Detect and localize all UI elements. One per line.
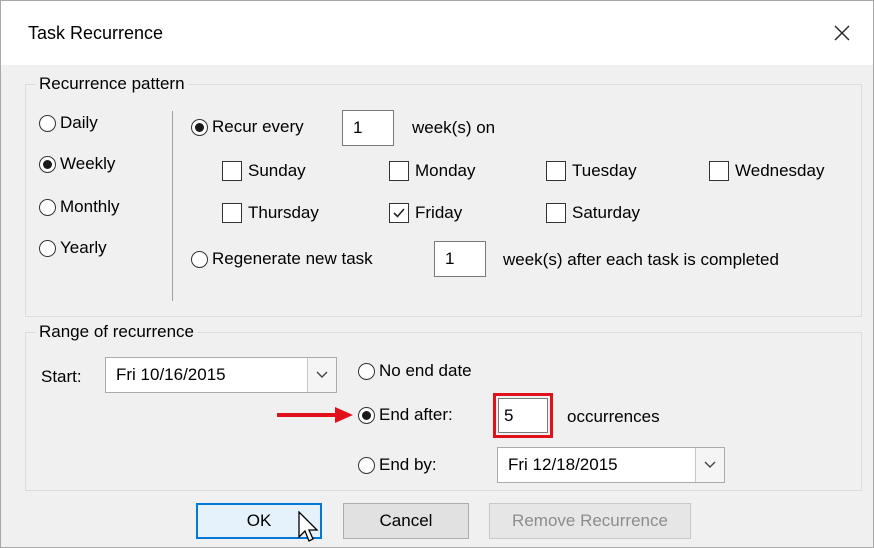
- regenerate-suffix: week(s) after each task is completed: [503, 250, 779, 269]
- radio-recur-every[interactable]: Recur every: [191, 117, 304, 137]
- no-end-date-label: No end date: [379, 361, 472, 380]
- chevron-down-icon[interactable]: [307, 358, 336, 392]
- start-label: Start:: [41, 367, 82, 386]
- radio-yearly[interactable]: Yearly: [39, 238, 107, 258]
- checkbox-thursday[interactable]: Thursday: [222, 203, 319, 223]
- occurrences-label: occurrences: [567, 407, 660, 426]
- checkbox-box: [709, 161, 729, 181]
- recur-every-label: Recur every: [212, 117, 304, 136]
- checkbox-monday[interactable]: Monday: [389, 161, 475, 181]
- wednesday-label: Wednesday: [735, 161, 825, 180]
- thursday-label: Thursday: [248, 203, 319, 222]
- cancel-label: Cancel: [379, 511, 433, 530]
- task-recurrence-dialog: Task Recurrence Recurrence pattern Daily…: [0, 0, 874, 548]
- radio-circle: [39, 155, 56, 173]
- radio-circle: [39, 239, 56, 257]
- regenerate-input[interactable]: [434, 241, 486, 277]
- close-button[interactable]: [819, 13, 865, 53]
- checkbox-box: [546, 203, 566, 223]
- ok-label: OK: [246, 511, 272, 530]
- radio-end-after[interactable]: End after:: [358, 405, 453, 425]
- checkbox-box: [222, 203, 242, 223]
- radio-circle: [358, 406, 375, 424]
- monday-label: Monday: [415, 161, 476, 180]
- radio-weekly-label: Weekly: [60, 154, 116, 173]
- checkbox-box: [546, 161, 566, 181]
- remove-recurrence-label: Remove Recurrence: [512, 511, 668, 530]
- radio-circle: [358, 456, 375, 474]
- radio-circle: [39, 114, 56, 132]
- friday-label: Friday: [415, 203, 463, 222]
- radio-regenerate[interactable]: Regenerate new task: [191, 249, 373, 269]
- checkbox-sunday[interactable]: Sunday: [222, 161, 306, 181]
- cancel-button[interactable]: Cancel: [343, 503, 469, 539]
- start-date-value: Fri 10/16/2015: [116, 365, 226, 384]
- remove-recurrence-button[interactable]: Remove Recurrence: [489, 503, 691, 539]
- checkbox-friday[interactable]: Friday: [389, 203, 462, 223]
- checkmark-icon: [393, 208, 405, 218]
- radio-daily[interactable]: Daily: [39, 113, 98, 133]
- range-of-recurrence-label: Range of recurrence: [36, 322, 197, 342]
- checkbox-tuesday[interactable]: Tuesday: [546, 161, 637, 181]
- checkbox-saturday[interactable]: Saturday: [546, 203, 640, 223]
- title-bar: Task Recurrence: [1, 1, 873, 65]
- checkbox-box: [389, 161, 409, 181]
- checkbox-box: [389, 203, 409, 223]
- end-by-date-select[interactable]: Fri 12/18/2015: [497, 447, 725, 483]
- radio-circle: [191, 250, 208, 268]
- recurrence-pattern-label: Recurrence pattern: [36, 74, 188, 94]
- radio-monthly-label: Monthly: [60, 197, 120, 216]
- radio-yearly-label: Yearly: [60, 238, 107, 257]
- regenerate-label: Regenerate new task: [212, 249, 373, 268]
- checkbox-box: [222, 161, 242, 181]
- radio-monthly[interactable]: Monthly: [39, 197, 120, 217]
- saturday-label: Saturday: [572, 203, 641, 222]
- start-date-select[interactable]: Fri 10/16/2015: [105, 357, 337, 393]
- radio-circle: [39, 198, 56, 216]
- end-after-input[interactable]: [498, 398, 548, 433]
- radio-daily-label: Daily: [60, 113, 98, 132]
- recur-every-suffix: week(s) on: [412, 118, 496, 137]
- radio-no-end-date[interactable]: No end date: [358, 361, 472, 381]
- tuesday-label: Tuesday: [572, 161, 637, 180]
- dialog-title: Task Recurrence: [28, 23, 164, 43]
- sunday-label: Sunday: [248, 161, 306, 180]
- radio-end-by[interactable]: End by:: [358, 455, 437, 475]
- red-arrow-icon: [277, 407, 353, 423]
- end-by-date-value: Fri 12/18/2015: [508, 455, 618, 474]
- checkbox-wednesday[interactable]: Wednesday: [709, 161, 824, 181]
- close-icon: [834, 25, 850, 41]
- chevron-down-icon[interactable]: [695, 448, 724, 482]
- end-by-label: End by:: [379, 455, 437, 474]
- recur-every-input[interactable]: [342, 110, 394, 146]
- radio-weekly[interactable]: Weekly: [39, 154, 115, 174]
- end-after-label: End after:: [379, 405, 453, 424]
- vertical-separator: [172, 111, 173, 301]
- radio-circle: [191, 118, 208, 136]
- radio-circle: [358, 362, 375, 380]
- mouse-cursor-icon: [298, 511, 319, 542]
